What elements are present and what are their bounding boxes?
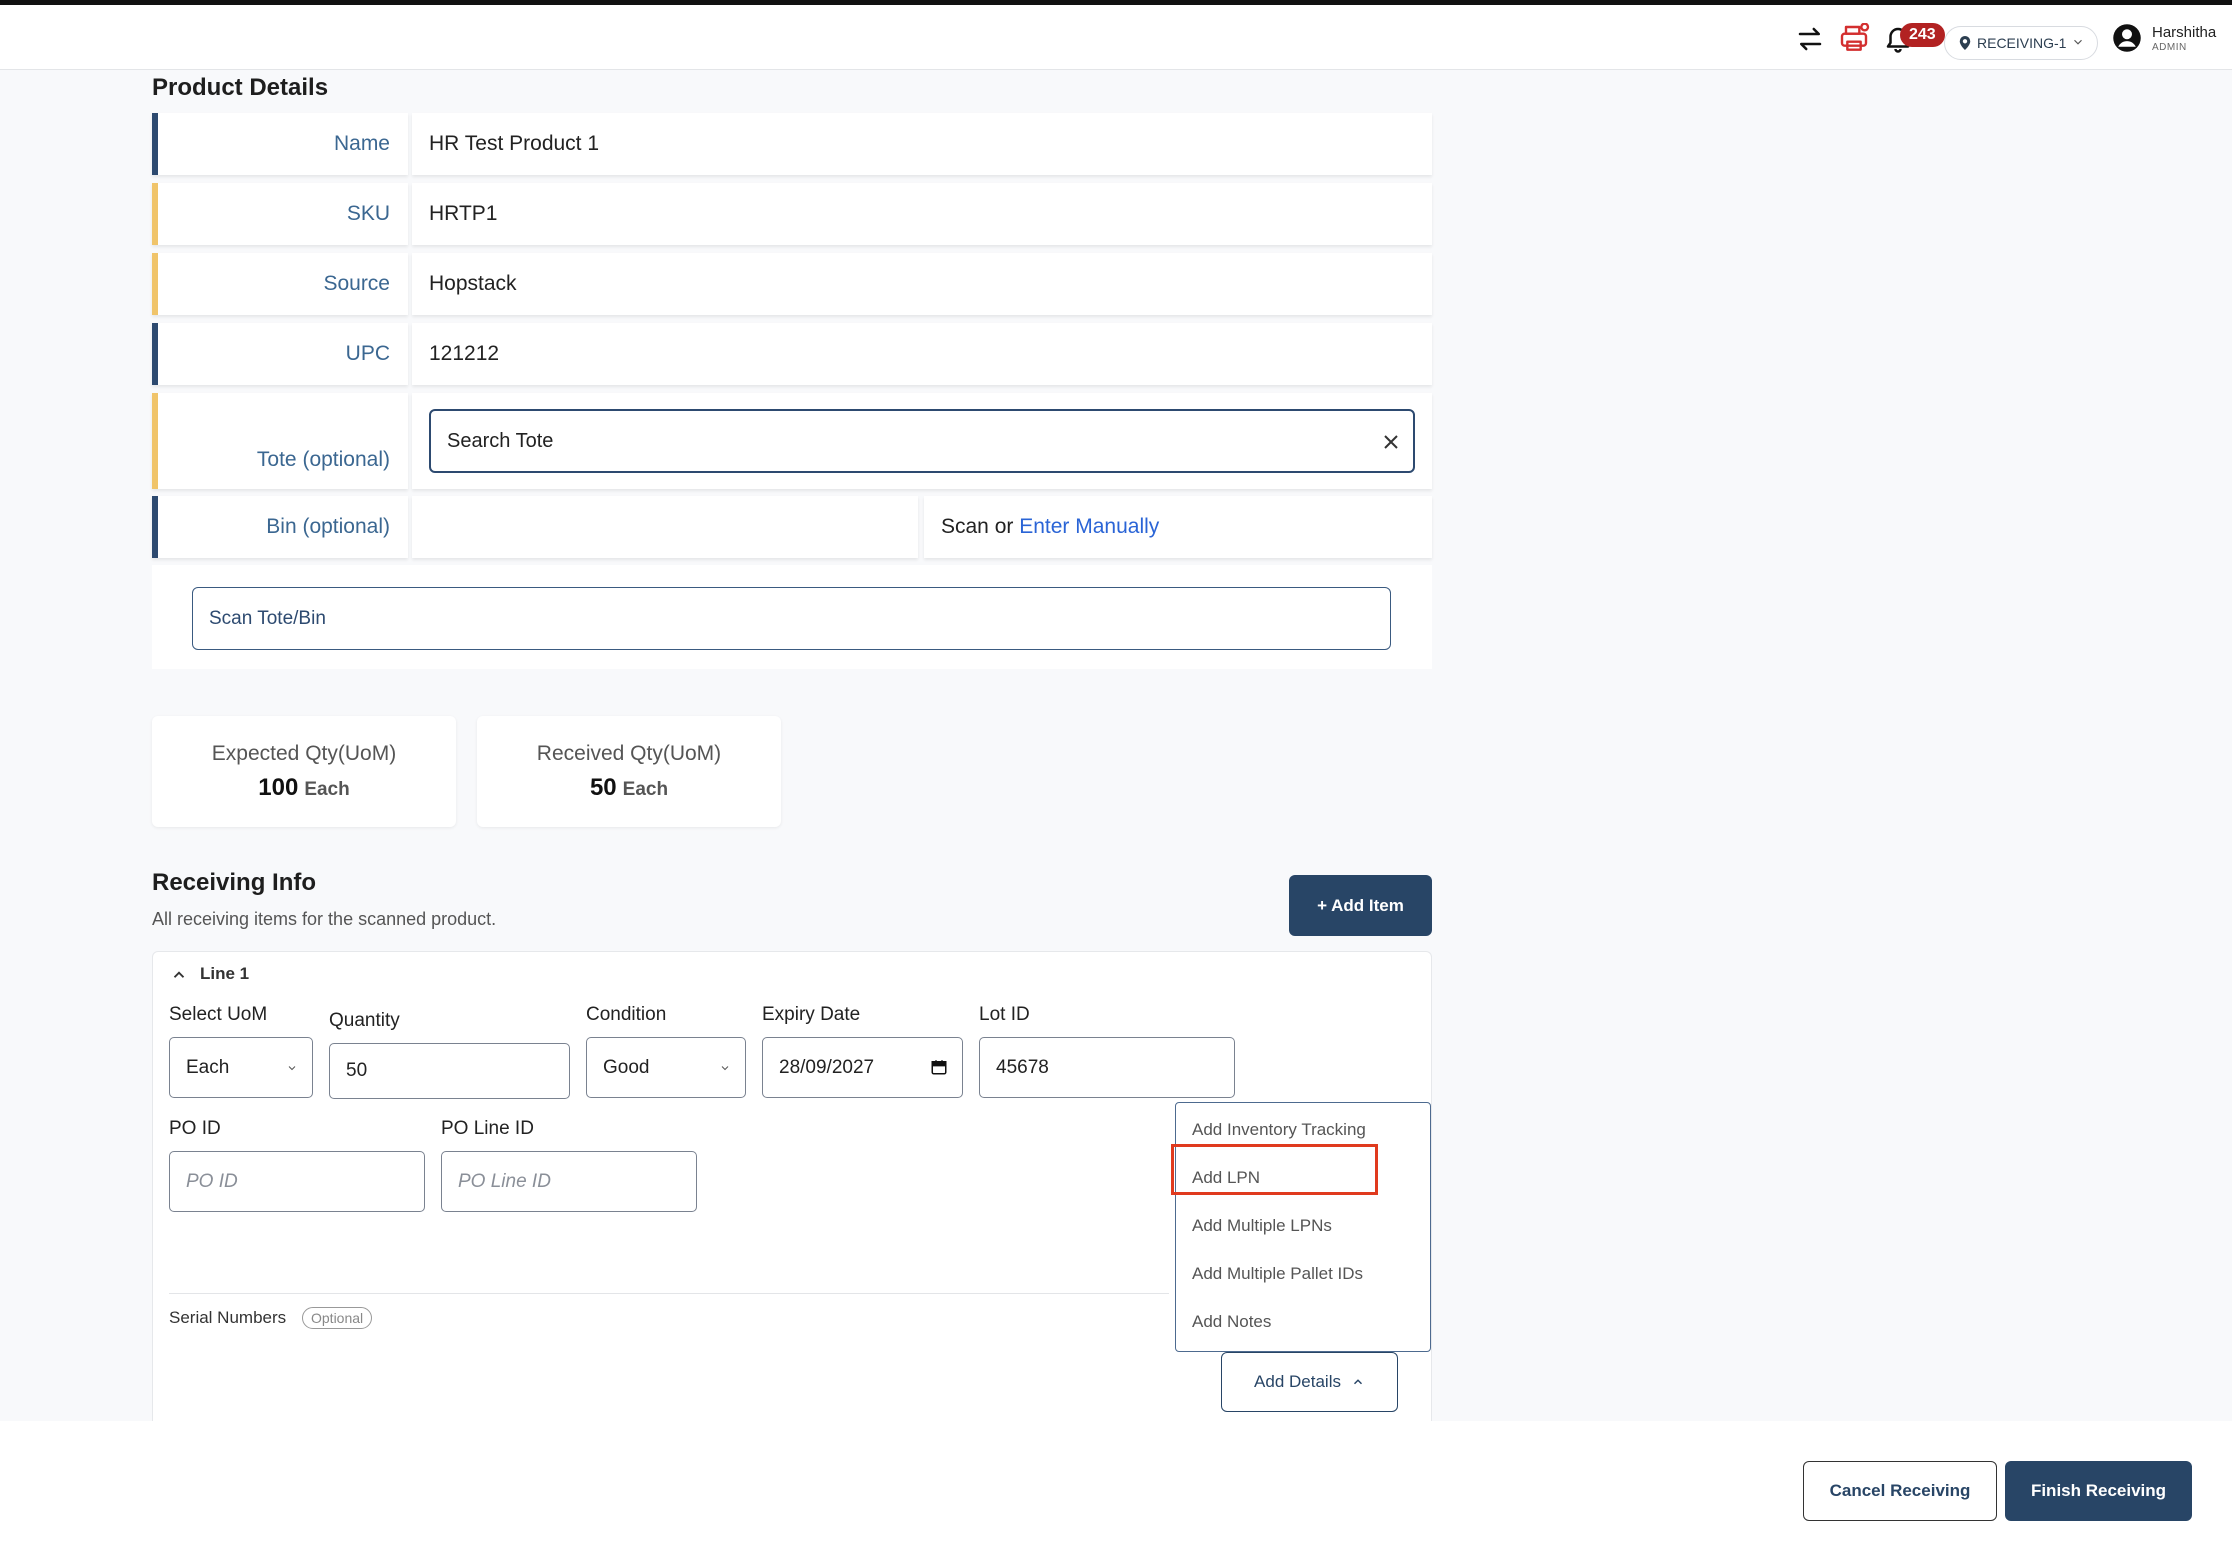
expected-qty-label: Expected Qty(UoM) <box>211 742 397 765</box>
chevron-down-icon <box>288 1066 296 1071</box>
product-upc-row: UPC 121212 <box>152 323 1432 385</box>
optional-badge: Optional <box>302 1307 373 1329</box>
chevron-down-icon <box>2074 39 2082 45</box>
product-details-title: Product Details <box>152 74 329 101</box>
swap-icon[interactable] <box>1792 21 1828 57</box>
product-source-row: Source Hopstack <box>152 253 1432 315</box>
condition-select[interactable]: Good <box>586 1037 746 1098</box>
user-menu[interactable]: Harshitha ADMIN <box>2112 23 2216 53</box>
po-line-id-label: PO Line ID <box>441 1118 534 1139</box>
received-qty-label: Received Qty(UoM) <box>536 742 722 765</box>
app-header: 243 RECEIVING-1 Harshitha ADMIN <box>0 5 2232 70</box>
menu-item-multiple-lpns[interactable]: Add Multiple LPNs <box>1192 1216 1332 1236</box>
location-pin-icon <box>1959 36 1971 50</box>
chevron-down-icon <box>721 1066 729 1071</box>
chevron-up-icon[interactable] <box>170 966 188 984</box>
product-sku-row: SKU HRTP1 <box>152 183 1432 245</box>
received-qty-card: Received Qty(UoM) 50 Each <box>477 716 781 827</box>
row-label: Tote (optional) <box>152 393 408 489</box>
row-label: Bin (optional) <box>152 496 408 558</box>
menu-item-inventory-tracking[interactable]: Add Inventory Tracking <box>1192 1120 1366 1140</box>
footer-bar: Cancel Receiving Finish Receiving <box>0 1421 2232 1562</box>
row-value: HRTP1 <box>412 183 1432 245</box>
quantity-label: Quantity <box>329 1010 400 1031</box>
expiry-label: Expiry Date <box>762 1004 861 1025</box>
row-label: Source <box>152 253 408 315</box>
section-divider <box>169 1293 1169 1294</box>
uom-select[interactable]: Each <box>169 1037 313 1098</box>
uom-label: Select UoM <box>169 1004 268 1025</box>
expected-qty-card: Expected Qty(UoM) 100 Each <box>152 716 456 827</box>
chevron-up-icon <box>1353 1379 1362 1385</box>
scan-tote-bin-input[interactable]: Scan Tote/Bin <box>192 587 1391 650</box>
menu-item-add-notes[interactable]: Add Notes <box>1192 1312 1271 1332</box>
receiving-info-subtitle: All receiving items for the scanned prod… <box>152 909 497 929</box>
add-item-button[interactable]: + Add Item <box>1289 875 1432 936</box>
cancel-receiving-button[interactable]: Cancel Receiving <box>1803 1461 1997 1521</box>
row-value: 121212 <box>412 323 1432 385</box>
row-label: UPC <box>152 323 408 385</box>
received-qty-value: 50 Each <box>589 774 669 801</box>
warehouse-selector[interactable]: RECEIVING-1 <box>1944 26 2098 60</box>
row-value: Hopstack <box>412 253 1432 315</box>
printer-icon[interactable] <box>1836 21 1872 57</box>
highlight-box <box>1171 1144 1378 1195</box>
clear-icon[interactable] <box>1381 432 1401 452</box>
menu-item-multiple-pallet-ids[interactable]: Add Multiple Pallet IDs <box>1192 1264 1363 1284</box>
lot-id-label: Lot ID <box>979 1004 1030 1025</box>
po-id-input[interactable]: PO ID <box>169 1151 425 1212</box>
po-line-id-input[interactable]: PO Line ID <box>441 1151 697 1212</box>
receiving-info-title: Receiving Info <box>152 869 317 896</box>
condition-label: Condition <box>586 1004 667 1025</box>
row-value: HR Test Product 1 <box>412 113 1432 175</box>
tote-row: Tote (optional) Search Tote <box>152 393 1432 489</box>
user-name: Harshitha <box>2152 23 2217 41</box>
enter-manually-link[interactable]: Enter Manually <box>1019 515 1159 539</box>
bin-scan-cell: Scan or Enter Manually <box>924 496 1432 558</box>
bin-value-cell <box>412 496 918 558</box>
line-title[interactable]: Line 1 <box>200 964 249 984</box>
quantity-input[interactable]: 50 <box>329 1043 570 1099</box>
add-details-menu: Add Inventory Tracking Add LPN Add Multi… <box>1175 1102 1431 1352</box>
row-label: SKU <box>152 183 408 245</box>
expiry-date-input[interactable]: 28/09/2027 <box>762 1037 963 1098</box>
tote-search-input[interactable]: Search Tote <box>429 409 1415 473</box>
warehouse-label: RECEIVING-1 <box>1977 35 2067 51</box>
bin-row: Bin (optional) Scan or Enter Manually <box>152 496 1432 558</box>
po-id-label: PO ID <box>169 1118 221 1139</box>
row-label: Name <box>152 113 408 175</box>
main-content: Product Details Name HR Test Product 1 S… <box>0 71 2232 1421</box>
lot-id-input[interactable]: 45678 <box>979 1037 1235 1098</box>
user-role: ADMIN <box>2152 41 2187 53</box>
serial-numbers-label: Serial Numbers <box>169 1308 287 1327</box>
finish-receiving-button[interactable]: Finish Receiving <box>2005 1461 2192 1521</box>
product-name-row: Name HR Test Product 1 <box>152 113 1432 175</box>
notification-badge: 243 <box>1900 23 1945 47</box>
calendar-icon[interactable] <box>930 1058 948 1076</box>
expected-qty-value: 100 Each <box>258 774 350 801</box>
add-details-button[interactable]: Add Details <box>1221 1352 1398 1412</box>
user-avatar-icon <box>2113 24 2141 52</box>
